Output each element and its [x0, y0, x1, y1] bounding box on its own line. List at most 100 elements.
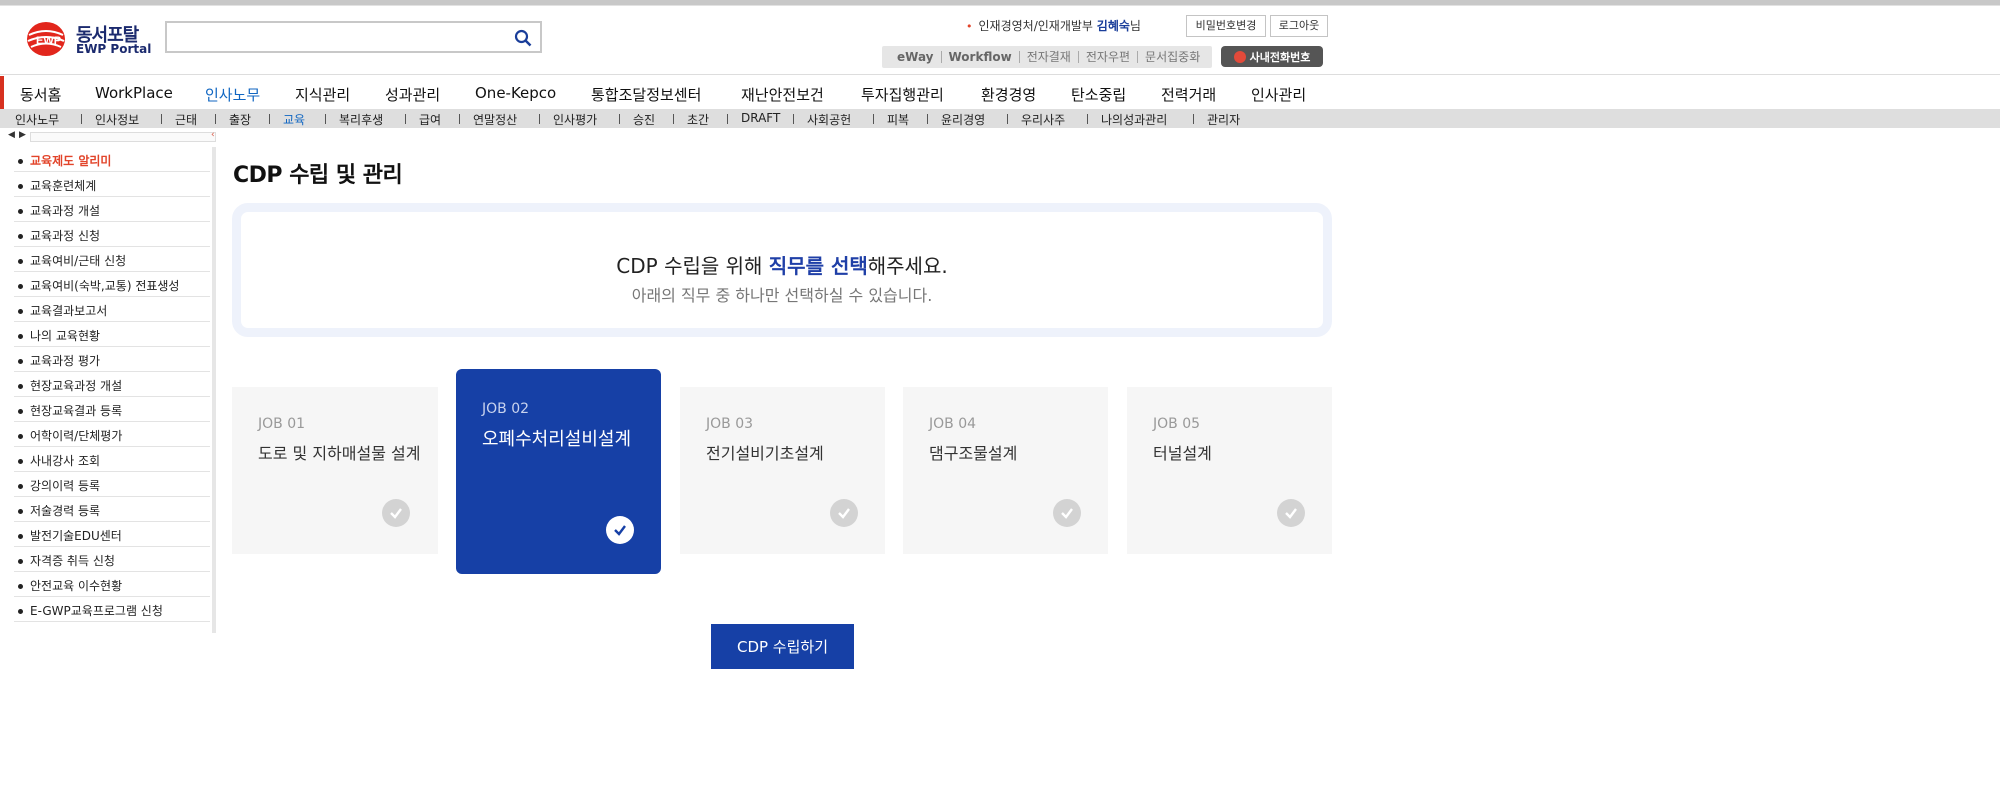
- main-nav-item[interactable]: 탄소중립: [1071, 84, 1126, 105]
- sidebar-resize-bar[interactable]: [30, 132, 216, 142]
- sidebar-item[interactable]: 강의이력 등록: [14, 472, 210, 497]
- main-nav-item[interactable]: 인사관리: [1251, 84, 1306, 105]
- bullet-icon: [18, 384, 23, 389]
- sidebar-item[interactable]: 저술경력 등록: [14, 497, 210, 522]
- sub-nav-item[interactable]: 우리사주: [1021, 111, 1065, 128]
- sidebar-item[interactable]: 교육훈련체계: [14, 172, 210, 197]
- job-number: JOB 04: [929, 416, 977, 432]
- sidebar-item[interactable]: 발전기술EDU센터: [14, 522, 210, 547]
- quick-link-approval[interactable]: 전자결재: [1018, 51, 1078, 63]
- sidebar-item[interactable]: E-GWP교육프로그램 신청: [14, 597, 210, 622]
- sub-nav-item[interactable]: 사회공헌: [807, 111, 851, 128]
- phone-label: 사내전화번호: [1249, 50, 1311, 64]
- bullet-icon: [18, 584, 23, 589]
- sub-nav-item[interactable]: 복리후생: [339, 111, 383, 128]
- logo-subtitle: EWP Portal: [76, 42, 152, 56]
- sidebar-item[interactable]: 교육여비(숙박,교통) 전표생성: [14, 272, 210, 297]
- bullet-icon: [18, 459, 23, 464]
- page-title: CDP 수립 및 관리: [233, 163, 403, 188]
- sidebar-item[interactable]: 현장교육과정 개설: [14, 372, 210, 397]
- main-nav-item-active[interactable]: 인사노무: [205, 84, 260, 105]
- main-nav-item[interactable]: One-Kepco: [475, 84, 556, 102]
- sub-nav-item[interactable]: 승진: [633, 111, 655, 128]
- sidebar-item[interactable]: 자격증 취득 신청: [14, 547, 210, 572]
- search-icon[interactable]: [514, 29, 532, 47]
- main-nav-item[interactable]: 투자집행관리: [861, 84, 944, 105]
- job-card-05[interactable]: JOB 05 터널설계: [1127, 387, 1332, 554]
- sidebar-item[interactable]: 나의 교육현황: [14, 322, 210, 347]
- job-number: JOB 02: [482, 401, 530, 417]
- divider: [215, 114, 216, 124]
- main-nav-item[interactable]: 지식관리: [295, 84, 350, 105]
- sidebar-item[interactable]: 교육과정 개설: [14, 197, 210, 222]
- logout-button[interactable]: 로그아웃: [1270, 15, 1328, 37]
- sidebar-item[interactable]: 교육과정 신청: [14, 222, 210, 247]
- main-nav-item[interactable]: 전력거래: [1161, 84, 1216, 105]
- sub-nav-item[interactable]: 나의성과관리: [1101, 111, 1167, 128]
- quick-link-documents[interactable]: 문서집중화: [1137, 51, 1207, 63]
- sub-nav-item[interactable]: 피복: [887, 111, 909, 128]
- job-card-03[interactable]: JOB 03 전기설비기초설계: [680, 387, 885, 554]
- sidebar-item[interactable]: 현장교육결과 등록: [14, 397, 210, 422]
- sub-nav-item[interactable]: 인사평가: [553, 111, 597, 128]
- sub-nav-item-active[interactable]: 교육: [283, 111, 305, 128]
- sidebar-item-label: 교육과정 개설: [30, 204, 101, 218]
- sub-nav-item[interactable]: 인사정보: [95, 111, 139, 128]
- main-nav-item[interactable]: 재난안전보건: [741, 84, 824, 105]
- check-icon: [1277, 499, 1305, 527]
- main-nav-item[interactable]: 성과관리: [385, 84, 440, 105]
- bullet-icon: [18, 284, 23, 289]
- sidebar-item[interactable]: 교육과정 평가: [14, 347, 210, 372]
- sub-nav-item[interactable]: 초간: [687, 111, 709, 128]
- main-nav-item[interactable]: 동서홈: [20, 84, 61, 105]
- divider: [619, 114, 620, 124]
- sub-nav-item[interactable]: DRAFT: [741, 111, 780, 125]
- svg-text:EWP: EWP: [36, 35, 61, 47]
- divider: [727, 114, 728, 124]
- nav-accent-bar: [0, 76, 4, 110]
- sub-nav-item[interactable]: 인사노무: [15, 111, 59, 128]
- notice-highlight: 직무를 선택: [768, 254, 868, 278]
- phone-directory-button[interactable]: 사내전화번호: [1221, 46, 1323, 67]
- sub-nav-item[interactable]: 출장: [229, 111, 251, 128]
- arrow-left-icon[interactable]: ◀: [8, 130, 15, 140]
- change-password-button[interactable]: 비밀번호변경: [1186, 15, 1266, 37]
- quick-link-mail[interactable]: 전자우편: [1077, 51, 1137, 63]
- arrow-right-icon[interactable]: ▶: [19, 130, 26, 140]
- bullet-icon: [18, 184, 23, 189]
- divider: [325, 114, 326, 124]
- bullet-icon: [18, 159, 23, 164]
- quick-link-eway[interactable]: eWay: [890, 51, 941, 63]
- sidebar-item-label: 교육여비/근태 신청: [30, 254, 127, 268]
- sub-nav-item[interactable]: 급여: [419, 111, 441, 128]
- ewp-portal-logo[interactable]: EWP 동서포탈 EWP Portal: [26, 20, 151, 60]
- sidebar-item-label: 현장교육과정 개설: [30, 379, 123, 393]
- sidebar-item-active[interactable]: 교육제도 알리미: [14, 147, 210, 172]
- main-nav-item[interactable]: WorkPlace: [95, 84, 173, 102]
- main-nav-item[interactable]: 통합조달정보센터: [591, 84, 701, 105]
- user-dept: 인재경영처/인재개발부: [978, 19, 1093, 33]
- sub-nav-item[interactable]: 연말정산: [473, 111, 517, 128]
- sidebar-item[interactable]: 사내강사 조회: [14, 447, 210, 472]
- sidebar-item-label: 교육결과보고서: [30, 304, 108, 318]
- job-card-02[interactable]: JOB 02 오폐수처리설비설계: [456, 369, 661, 574]
- sub-nav-item[interactable]: 관리자: [1207, 111, 1240, 128]
- sidebar-item-label: 저술경력 등록: [30, 504, 101, 518]
- job-card-01[interactable]: JOB 01 도로 및 지하매설물 설계: [232, 387, 438, 554]
- sidebar-item[interactable]: 안전교육 이수현황: [14, 572, 210, 597]
- main-nav-item[interactable]: 환경경영: [981, 84, 1036, 105]
- job-name: 전기설비기초설계: [706, 444, 824, 463]
- sidebar-item[interactable]: 교육여비/근태 신청: [14, 247, 210, 272]
- sub-nav-item[interactable]: 윤리경영: [941, 111, 985, 128]
- sub-nav: 인사노무 인사정보 근태 출장 교육 복리후생 급여 연말정산 인사평가 승진 …: [0, 109, 2000, 128]
- job-card-04[interactable]: JOB 04 댐구조물설계: [903, 387, 1108, 554]
- search-input[interactable]: [165, 21, 542, 53]
- collapse-icon[interactable]: ‹: [211, 130, 215, 140]
- cdp-submit-button[interactable]: CDP 수립하기: [711, 624, 854, 669]
- bullet-icon: [18, 259, 23, 264]
- sidebar-item[interactable]: 어학이력/단체평가: [14, 422, 210, 447]
- job-name: 오폐수처리설비설계: [482, 429, 632, 450]
- sub-nav-item[interactable]: 근태: [175, 111, 197, 128]
- sidebar-item[interactable]: 교육결과보고서: [14, 297, 210, 322]
- quick-link-workflow[interactable]: Workflow: [940, 51, 1019, 63]
